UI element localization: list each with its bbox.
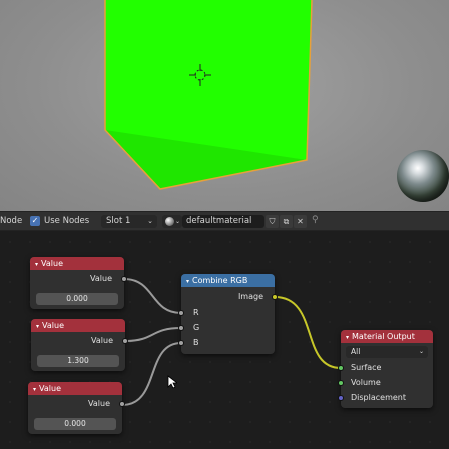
- value-node-2[interactable]: ▾ Value Value 1.300: [31, 319, 128, 371]
- input-label-displacement: Displacement: [351, 393, 406, 402]
- collapse-triangle-icon[interactable]: ▾: [33, 386, 36, 393]
- node-editor-canvas[interactable]: ▾ Value Value 0.000 ▾ Value Value 1.300 ▾ V…: [0, 232, 449, 449]
- hdri-preview-sphere-icon: [397, 150, 449, 202]
- output-label: Value: [90, 274, 112, 283]
- collapse-triangle-icon[interactable]: ▾: [36, 323, 39, 330]
- link-value2-to-g: [124, 327, 182, 342]
- node-header[interactable]: ▾ Material Output: [341, 330, 433, 343]
- output-label: Value: [88, 399, 110, 408]
- input-socket-b[interactable]: [178, 340, 184, 346]
- collapse-triangle-icon[interactable]: ▾: [186, 278, 189, 285]
- input-socket-g[interactable]: [178, 325, 184, 331]
- value-node-3[interactable]: ▾ Value Value 0.000: [28, 382, 125, 434]
- output-label: Value: [91, 336, 113, 345]
- node-menu[interactable]: Node: [0, 216, 22, 226]
- unlink-material-icon[interactable]: ✕: [294, 215, 307, 228]
- blender-window: Node ✓ Use Nodes Slot 1 ⌄ ⌄ defaultmater…: [0, 0, 449, 449]
- value-field[interactable]: 0.000: [34, 418, 116, 430]
- output-socket[interactable]: [119, 401, 125, 407]
- 3d-cursor-icon[interactable]: [189, 64, 211, 86]
- chevron-down-icon: ⌄: [147, 217, 153, 225]
- slot-value: Slot 1: [106, 216, 131, 226]
- cube-object[interactable]: [0, 0, 449, 211]
- output-socket[interactable]: [121, 276, 127, 282]
- input-label-g: G: [193, 323, 200, 332]
- material-output-node[interactable]: ▾ Material Output All ⌄ Surface Volume Di…: [338, 330, 433, 408]
- node-title: Material Output: [352, 332, 415, 341]
- node-title: Value: [39, 384, 61, 393]
- node-header[interactable]: ▾ Value: [30, 257, 124, 270]
- node-title: Combine RGB: [192, 276, 248, 285]
- collapse-triangle-icon[interactable]: ▾: [346, 334, 349, 341]
- browse-material-button[interactable]: ⌄: [162, 215, 182, 228]
- node-title: Value: [42, 321, 64, 330]
- node-header[interactable]: ▾ Value: [28, 382, 122, 395]
- link-image-to-surface: [274, 296, 342, 369]
- input-socket-volume[interactable]: [338, 380, 344, 386]
- input-socket-displacement[interactable]: [338, 395, 344, 401]
- input-label-volume: Volume: [351, 378, 381, 387]
- duplicate-material-icon[interactable]: ⧉: [280, 215, 293, 228]
- material-sphere-icon: [165, 217, 174, 226]
- target-dropdown[interactable]: All ⌄: [346, 346, 428, 358]
- output-socket[interactable]: [122, 338, 128, 344]
- value-field[interactable]: 0.000: [36, 293, 118, 305]
- chevron-down-icon: ⌄: [175, 218, 181, 225]
- input-socket-r[interactable]: [178, 310, 184, 316]
- node-header[interactable]: ▾ Combine RGB: [181, 274, 275, 287]
- material-name-field[interactable]: defaultmaterial: [182, 215, 264, 228]
- fake-user-shield-icon[interactable]: ⛉: [266, 215, 279, 228]
- input-label-r: R: [193, 308, 199, 317]
- slot-dropdown[interactable]: Slot 1 ⌄: [101, 215, 157, 228]
- output-socket-image[interactable]: [272, 294, 278, 300]
- output-label-image: Image: [237, 292, 263, 301]
- mouse-cursor-icon: [167, 375, 177, 389]
- collapse-triangle-icon[interactable]: ▾: [35, 261, 38, 268]
- value-node-1[interactable]: ▾ Value Value 0.000: [30, 257, 127, 309]
- node-header[interactable]: ▾ Value: [31, 319, 125, 332]
- target-value: All: [351, 347, 361, 356]
- chevron-down-icon: ⌄: [418, 348, 424, 355]
- use-nodes-label[interactable]: Use Nodes: [44, 216, 89, 226]
- link-value3-to-b: [121, 342, 182, 406]
- combine-rgb-node[interactable]: ▾ Combine RGB Image R G B: [178, 274, 278, 354]
- value-field[interactable]: 1.300: [37, 355, 119, 367]
- use-nodes-checkbox[interactable]: ✓: [30, 216, 40, 226]
- node-title: Value: [41, 259, 63, 268]
- input-label-b: B: [193, 338, 199, 347]
- pin-icon[interactable]: ⚲: [312, 215, 319, 225]
- node-editor-header: Node ✓ Use Nodes Slot 1 ⌄ ⌄ defaultmater…: [0, 211, 449, 231]
- input-socket-surface[interactable]: [338, 365, 344, 371]
- input-label-surface: Surface: [351, 363, 382, 372]
- link-value1-to-r: [123, 278, 182, 314]
- 3d-viewport[interactable]: [0, 0, 449, 211]
